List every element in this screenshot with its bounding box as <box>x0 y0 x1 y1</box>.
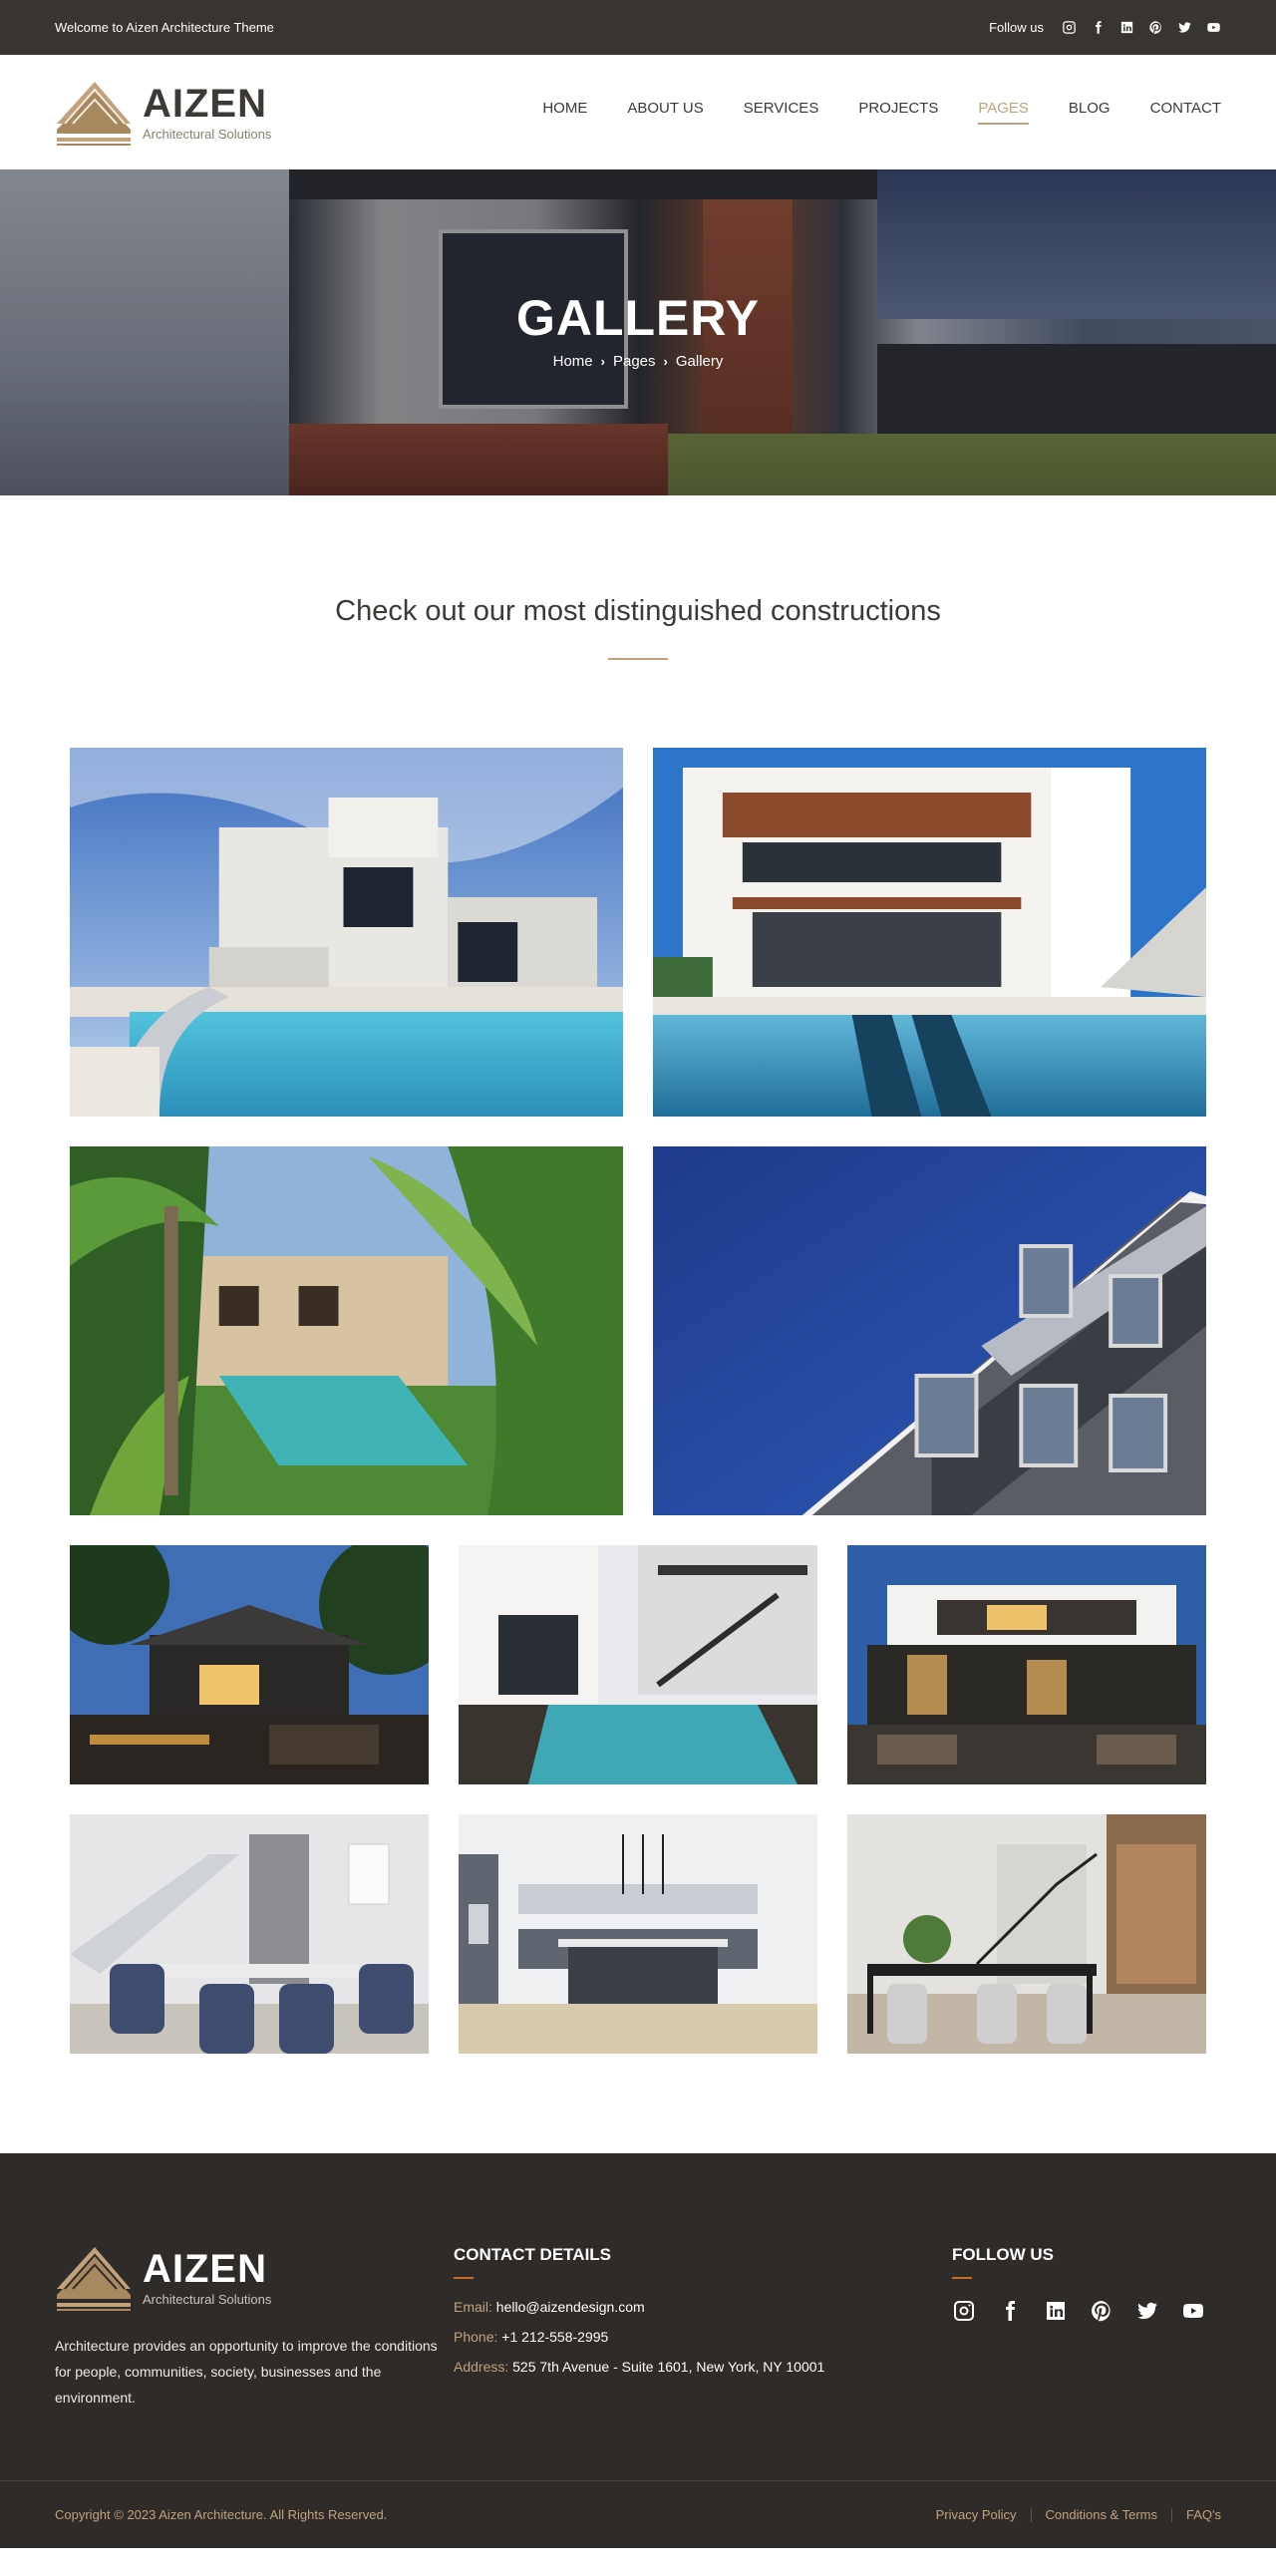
phone-link[interactable]: +1 212-558-2995 <box>501 2329 608 2345</box>
conditions-terms-link[interactable]: Conditions & Terms <box>1046 2507 1157 2522</box>
gallery-image-modern-villa-with-curved-pool[interactable] <box>70 748 623 1117</box>
welcome-text: Welcome to Aizen Architecture Theme <box>55 20 274 35</box>
pinterest-icon[interactable] <box>1090 2299 1114 2323</box>
contact-heading: CONTACT DETAILS <box>454 2245 612 2264</box>
brand-name: AIZEN <box>143 81 267 126</box>
top-social-links: Follow us <box>989 20 1221 35</box>
gallery-image-dining-area-with-glass-walls[interactable] <box>847 1814 1206 2054</box>
gallery-intro: Check out our most distinguished constru… <box>0 495 1276 660</box>
follow-heading-line <box>952 2277 972 2279</box>
linkedin-icon[interactable] <box>1119 20 1134 35</box>
twitter-icon[interactable] <box>1135 2299 1159 2323</box>
gallery-image-modern-house-night-lighting[interactable] <box>847 1545 1206 1784</box>
section-heading: Check out our most distinguished constru… <box>335 595 941 627</box>
pinterest-icon[interactable] <box>1148 20 1163 35</box>
nav-about-us[interactable]: ABOUT US <box>627 100 703 125</box>
footer-description: Architecture provides an opportunity to … <box>55 2338 438 2406</box>
youtube-icon[interactable] <box>1206 20 1221 35</box>
breadcrumb-home[interactable]: Home <box>553 353 593 370</box>
gallery-image-modern-building-facade-sky[interactable] <box>653 1146 1206 1515</box>
contact-phone: Phone: +1 212-558-2995 <box>454 2329 609 2345</box>
footer-links: Privacy Policy Conditions & Terms FAQ's <box>936 2507 1221 2522</box>
page-title: GALLERY <box>515 290 761 346</box>
gallery-image-courtyard-pool-with-staircase[interactable] <box>459 1545 817 1784</box>
breadcrumb: Home › Pages › Gallery <box>553 353 724 370</box>
gallery-image-modern-kitchen-interior[interactable] <box>459 1814 817 2054</box>
site-header: AIZEN Architectural Solutions HOME ABOUT… <box>0 55 1276 169</box>
follow-us-label: Follow us <box>989 20 1044 35</box>
gallery-grid <box>0 660 1276 2054</box>
gallery-image-white-modern-house-with-pool[interactable] <box>653 748 1206 1117</box>
follow-heading: FOLLOW US <box>952 2245 1054 2264</box>
footer-social-links <box>952 2299 1221 2323</box>
faqs-link[interactable]: FAQ's <box>1186 2507 1221 2522</box>
copyright-text: Copyright © 2023 Aizen Architecture. All… <box>55 2507 388 2522</box>
contact-email: Email: hello@aizendesign.com <box>454 2299 645 2315</box>
instagram-icon[interactable] <box>952 2299 976 2323</box>
contact-heading-line <box>454 2277 474 2279</box>
link-divider <box>1171 2507 1172 2522</box>
youtube-icon[interactable] <box>1181 2299 1205 2323</box>
nav-home[interactable]: HOME <box>542 100 587 125</box>
nav-projects[interactable]: PROJECTS <box>858 100 938 125</box>
link-divider <box>1030 2507 1032 2522</box>
facebook-icon[interactable] <box>998 2299 1022 2323</box>
chevron-right-icon: › <box>600 354 605 369</box>
nav-services[interactable]: SERVICES <box>744 100 819 125</box>
footer-logo[interactable]: AIZEN Architectural Solutions <box>55 2245 454 2311</box>
gallery-image-tropical-garden-pool[interactable] <box>70 1146 623 1515</box>
gallery-image-dining-room-with-staircase[interactable] <box>70 1814 429 2054</box>
main-nav: HOME ABOUT US SERVICES PROJECTS PAGES BL… <box>542 100 1221 125</box>
breadcrumb-current: Gallery <box>675 353 724 370</box>
facebook-icon[interactable] <box>1091 20 1106 35</box>
brand-tagline: Architectural Solutions <box>143 126 272 142</box>
gallery-image-house-at-dusk-outdoor-lounge[interactable] <box>70 1545 429 1784</box>
privacy-policy-link[interactable]: Privacy Policy <box>936 2507 1017 2522</box>
footer-brand-tagline: Architectural Solutions <box>143 2292 272 2307</box>
chevron-right-icon: › <box>663 354 668 369</box>
twitter-icon[interactable] <box>1177 20 1192 35</box>
footer-brand-name: AIZEN <box>143 2247 267 2291</box>
nav-blog[interactable]: BLOG <box>1069 100 1111 125</box>
site-footer: AIZEN Architectural Solutions Architectu… <box>0 2153 1276 2548</box>
nav-contact[interactable]: CONTACT <box>1150 100 1221 125</box>
nav-pages[interactable]: PAGES <box>978 100 1029 125</box>
contact-address: Address: 525 7th Avenue - Suite 1601, Ne… <box>454 2359 825 2375</box>
footer-bottom-bar: Copyright © 2023 Aizen Architecture. All… <box>0 2480 1276 2548</box>
logo-mark-icon <box>57 2247 131 2311</box>
page-hero: GALLERY Home › Pages › Gallery <box>0 169 1276 495</box>
linkedin-icon[interactable] <box>1044 2299 1068 2323</box>
email-link[interactable]: hello@aizendesign.com <box>496 2299 645 2315</box>
instagram-icon[interactable] <box>1062 20 1077 35</box>
breadcrumb-pages[interactable]: Pages <box>613 353 656 370</box>
top-bar: Welcome to Aizen Architecture Theme Foll… <box>0 0 1276 55</box>
logo-mark-icon <box>57 81 131 146</box>
site-logo[interactable]: AIZEN Architectural Solutions <box>55 80 271 146</box>
